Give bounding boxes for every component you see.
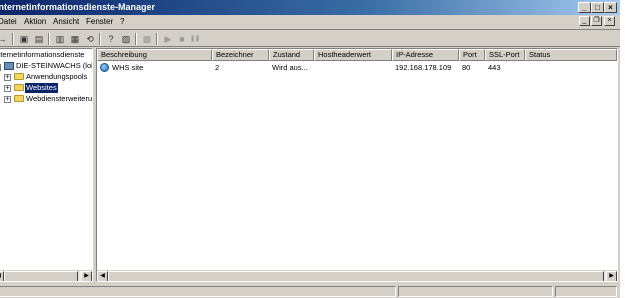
- new-window-icon[interactable]: ▦: [69, 33, 81, 45]
- list-header: Beschreibung Bezeichner Zustand Hosthead…: [97, 49, 617, 61]
- menu-datei[interactable]: Datei: [0, 17, 17, 26]
- status-panel-main: [0, 286, 396, 297]
- scrollbar-thumb[interactable]: [4, 271, 78, 281]
- menu-ansicht[interactable]: Ansicht: [53, 17, 79, 26]
- menu-fenster[interactable]: Fenster: [86, 17, 113, 26]
- cell-port: 80: [462, 63, 471, 72]
- folder-icon: [14, 95, 24, 102]
- up-folder-icon[interactable]: ▣: [18, 33, 30, 45]
- tree-pane: Internetinformationsdienste − DIE-STEINW…: [0, 48, 93, 282]
- toolbar: → ▣ ▤ ▥ ▦ ⟲ ? ▨ ▩ ▶ ■ ❚❚: [0, 31, 620, 47]
- status-bar: [0, 284, 620, 298]
- back-arrow-icon[interactable]: →: [0, 33, 8, 45]
- list-horizontal-scrollbar[interactable]: ◀ ▶: [97, 270, 617, 281]
- minimize-button[interactable]: _: [578, 2, 591, 13]
- properties-icon[interactable]: ▥: [54, 33, 66, 45]
- help-icon[interactable]: ?: [105, 33, 117, 45]
- tree-expander-plus[interactable]: +: [4, 96, 11, 103]
- column-ip-adresse[interactable]: IP-Adresse: [392, 49, 459, 61]
- toolbar-separator: [135, 33, 137, 45]
- toolbar-separator: [48, 33, 50, 45]
- folder-icon: [14, 84, 24, 91]
- show-tree-icon[interactable]: ▤: [33, 33, 45, 45]
- column-status[interactable]: Status: [525, 49, 617, 61]
- website-globe-icon: [100, 63, 109, 72]
- server-computer-icon: [4, 62, 14, 70]
- tree-node-server[interactable]: DIE-STEINWACHS (lokaler: [16, 61, 92, 71]
- column-hostheaderwert[interactable]: Hostheaderwert: [314, 49, 392, 61]
- pause-icon[interactable]: ❚❚: [189, 33, 201, 45]
- cell-ssl-port: 443: [488, 63, 501, 72]
- status-panel: [398, 286, 553, 297]
- column-zustand[interactable]: Zustand: [269, 49, 314, 61]
- refresh-icon[interactable]: ⟲: [84, 33, 96, 45]
- tree-expander-minus[interactable]: −: [0, 64, 1, 71]
- scroll-right-icon[interactable]: ▶: [606, 271, 617, 281]
- menu-help[interactable]: ?: [120, 17, 124, 26]
- tree-node-webdiensterweiterung[interactable]: Webdiensterweiterung: [26, 94, 92, 104]
- disabled-icon[interactable]: ▩: [141, 33, 153, 45]
- close-button[interactable]: ×: [604, 2, 617, 13]
- mdi-close-button[interactable]: ×: [604, 16, 615, 26]
- play-icon[interactable]: ▶: [162, 33, 174, 45]
- scroll-left-icon[interactable]: ◀: [97, 271, 108, 281]
- title-bar: Internetinformationsdienste-Manager _ □ …: [0, 0, 620, 15]
- tree-node-root[interactable]: Internetinformationsdienste: [0, 50, 84, 60]
- menu-bar: Datei Aktion Ansicht Fenster ?: [0, 15, 620, 30]
- mdi-minimize-button[interactable]: _: [579, 16, 590, 26]
- column-bezeichner[interactable]: Bezeichner: [212, 49, 269, 61]
- list-pane: Beschreibung Bezeichner Zustand Hosthead…: [96, 48, 618, 282]
- maximize-button[interactable]: □: [591, 2, 604, 13]
- toolbar-separator: [99, 33, 101, 45]
- stop-icon[interactable]: ■: [176, 33, 188, 45]
- tree-horizontal-scrollbar[interactable]: ◀ ▶: [0, 270, 92, 281]
- cell-bezeichner: 2: [215, 63, 220, 72]
- column-port[interactable]: Port: [459, 49, 485, 61]
- scrollbar-thumb[interactable]: [108, 271, 604, 281]
- tree-expander-plus[interactable]: +: [4, 74, 11, 81]
- cell-zustand: Wird aus...: [272, 63, 308, 72]
- folder-icon: [14, 73, 24, 80]
- toolbar-separator: [156, 33, 158, 45]
- menu-aktion[interactable]: Aktion: [24, 17, 46, 26]
- mdi-restore-button[interactable]: ❐: [591, 16, 602, 26]
- tree-node-anwendungspools[interactable]: Anwendungspools: [26, 72, 87, 82]
- column-ssl-port[interactable]: SSL-Port: [485, 49, 525, 61]
- window-title: Internetinformationsdienste-Manager: [0, 2, 156, 12]
- view-icon[interactable]: ▨: [120, 33, 132, 45]
- tree-expander-plus[interactable]: +: [4, 85, 11, 92]
- toolbar-separator: [12, 33, 14, 45]
- status-panel: [555, 286, 617, 297]
- scroll-right-icon[interactable]: ▶: [81, 271, 92, 281]
- cell-ip-adresse: 192.168.178.109: [395, 63, 452, 72]
- tree-node-websites[interactable]: Websites: [25, 83, 58, 93]
- list-item[interactable]: WHS site 2 Wird aus... 192.168.178.109 8…: [97, 62, 617, 73]
- cell-beschreibung: WHS site: [112, 63, 144, 72]
- iis-manager-window: Internetinformationsdienste-Manager _ □ …: [0, 0, 620, 298]
- column-beschreibung[interactable]: Beschreibung: [97, 49, 212, 61]
